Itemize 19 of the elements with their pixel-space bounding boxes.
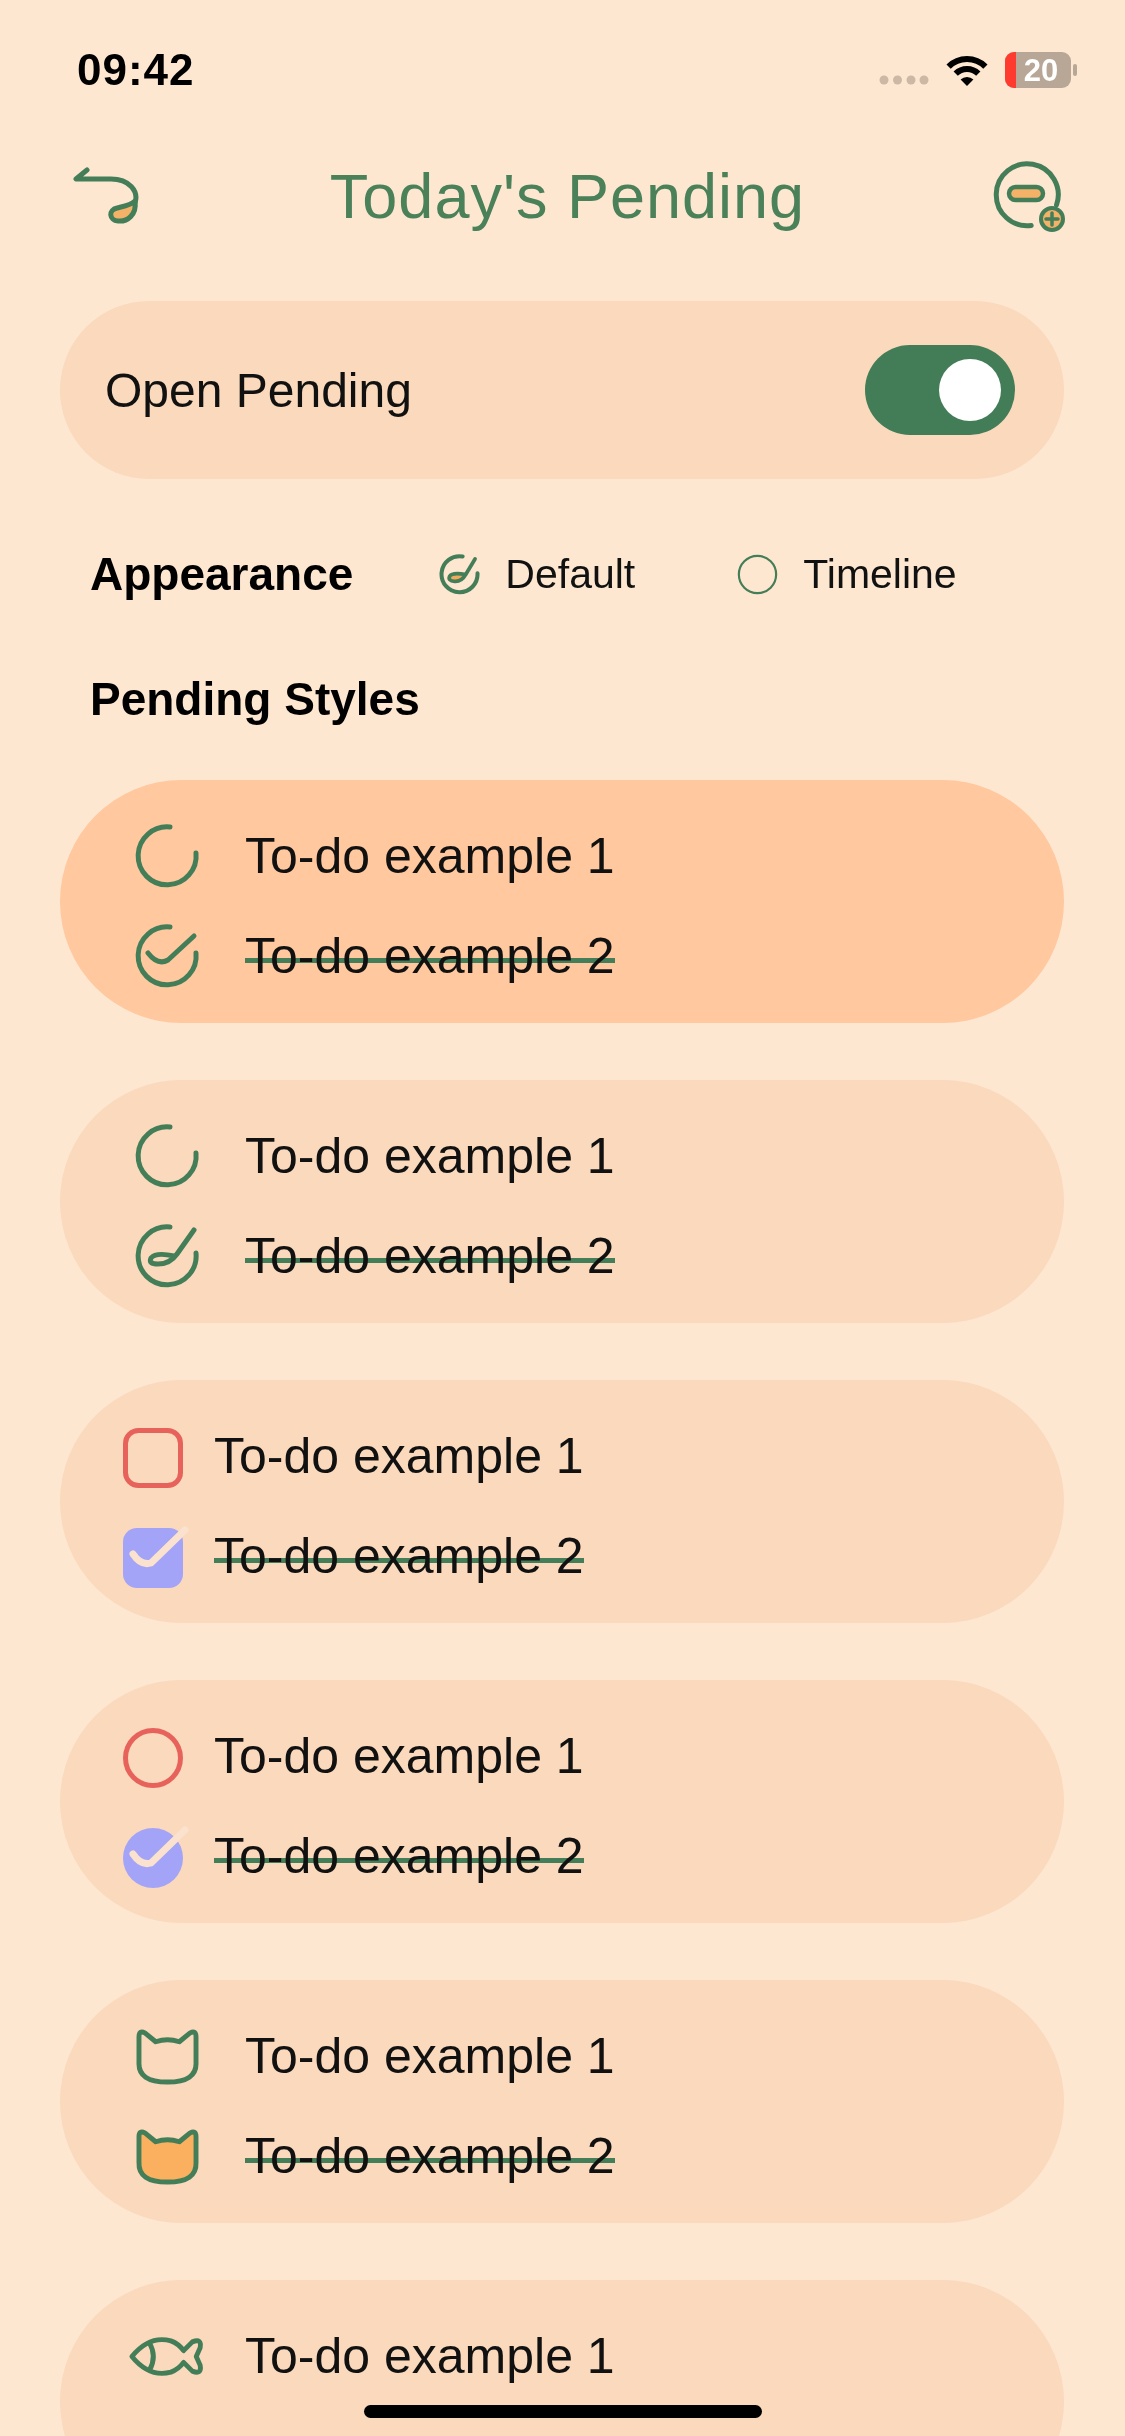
setting-label: Open Pending bbox=[105, 362, 412, 418]
section-label: Appearance bbox=[90, 547, 354, 601]
todo-text: To-do example 1 bbox=[245, 1127, 615, 1185]
battery-percentage: 20 bbox=[1023, 54, 1059, 86]
add-icon[interactable] bbox=[992, 159, 1066, 233]
todo-text: To-do example 1 bbox=[214, 1727, 584, 1785]
page-title: Today's Pending bbox=[329, 160, 806, 232]
todo-text: To-do example 1 bbox=[245, 2027, 615, 2085]
signal-icon bbox=[879, 75, 929, 85]
status-time: 09:42 bbox=[77, 45, 195, 95]
style-card[interactable]: To-do example 1 bbox=[60, 2280, 1064, 2436]
appearance-option[interactable]: Default bbox=[439, 550, 636, 598]
todo-text: To-do example 1 bbox=[245, 2327, 615, 2385]
todo-text: To-do example 1 bbox=[245, 827, 615, 885]
battery-icon bbox=[1005, 52, 1077, 88]
section-title: Pending Styles bbox=[90, 672, 420, 726]
todo-text: To-do example 1 bbox=[214, 1427, 584, 1485]
wifi-icon bbox=[944, 53, 990, 87]
appearance-option[interactable]: Timeline bbox=[737, 550, 957, 598]
